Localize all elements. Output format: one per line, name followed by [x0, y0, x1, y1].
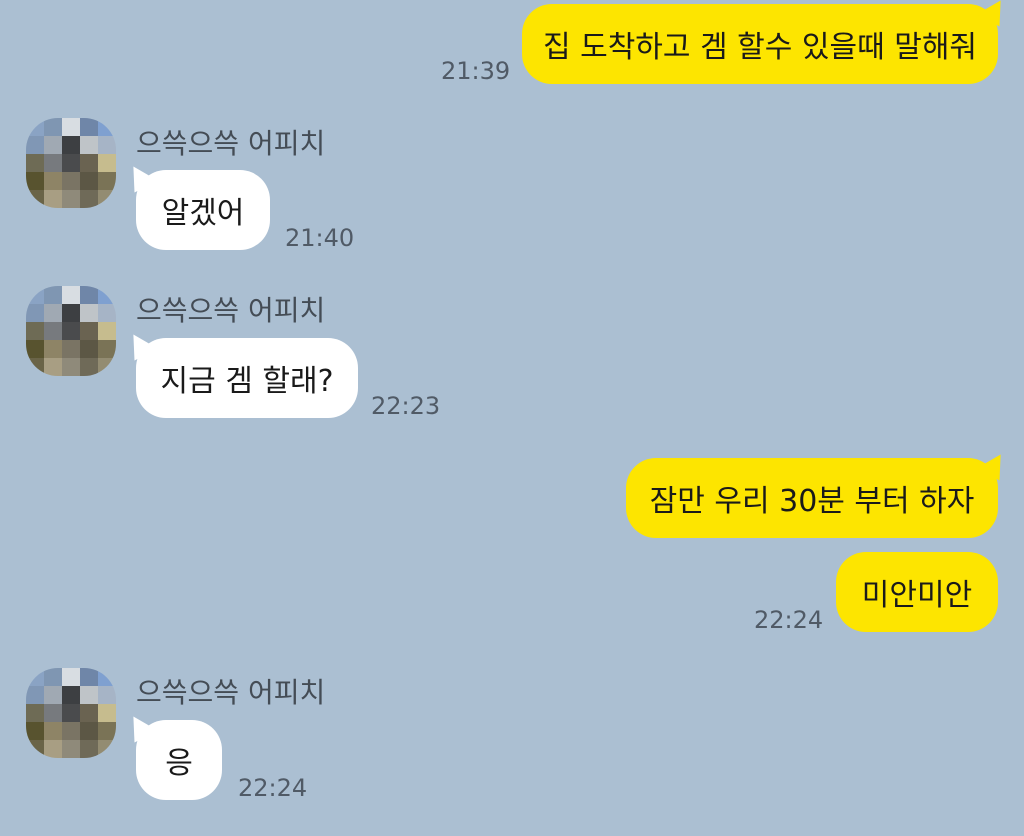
message-text: 알겠어 — [161, 196, 245, 231]
sender-name: 으쓱으쓱 어피치 — [136, 294, 326, 327]
message-text: 지금 겜 할래? — [160, 364, 334, 399]
message-time: 22:24 — [754, 606, 824, 634]
message-bubble-sent[interactable]: 잠만 우리 30분 부터 하자 — [626, 458, 998, 538]
message-time: 21:40 — [285, 224, 355, 252]
message-time: 21:39 — [441, 57, 511, 85]
message-bubble-sent[interactable]: 집 도착하고 겜 할수 있을때 말해줘 — [522, 4, 998, 84]
message-bubble-sent[interactable]: 미안미안 — [836, 552, 998, 632]
sender-name: 으쓱으쓱 어피치 — [136, 676, 326, 709]
message-text: 집 도착하고 겜 할수 있을때 말해줘 — [542, 30, 978, 65]
avatar-icon[interactable] — [26, 668, 116, 758]
message-bubble-received[interactable]: 알겠어 — [136, 170, 270, 250]
avatar-icon[interactable] — [26, 118, 116, 208]
message-text: 잠만 우리 30분 부터 하자 — [649, 484, 975, 519]
message-text: 응 — [165, 746, 193, 781]
message-bubble-received[interactable]: 지금 겜 할래? — [136, 338, 358, 418]
sender-name: 으쓱으쓱 어피치 — [136, 127, 326, 160]
message-bubble-received[interactable]: 응 — [136, 720, 222, 800]
avatar-icon[interactable] — [26, 286, 116, 376]
message-time: 22:23 — [371, 392, 441, 420]
message-text: 미안미안 — [861, 578, 973, 613]
message-time: 22:24 — [238, 774, 308, 802]
